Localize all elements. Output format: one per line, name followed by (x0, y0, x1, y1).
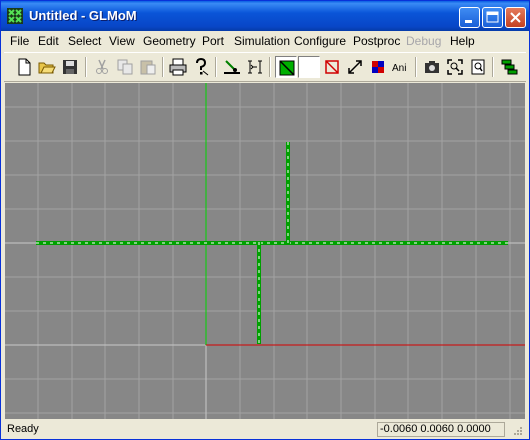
toolbar-separator (85, 57, 87, 77)
toolbar-separator (415, 57, 417, 77)
print-button[interactable] (167, 56, 189, 78)
cut-icon (96, 59, 108, 74)
menu-postproc[interactable]: Postproc (353, 34, 400, 48)
help-button[interactable] (190, 56, 212, 78)
snap-button[interactable] (221, 56, 243, 78)
blank-view-icon (301, 59, 319, 77)
menu-bar: File Edit Select View Geometry Port Simu… (4, 31, 526, 50)
window-title: Untitled - GLMoM (29, 8, 137, 23)
solid-view-button[interactable] (275, 56, 297, 78)
toolbar-separator (215, 57, 217, 77)
layers-button[interactable] (498, 56, 520, 78)
cut-button (91, 56, 113, 78)
solid-view-icon (279, 60, 295, 76)
menu-simulation[interactable]: Simulation (234, 34, 290, 48)
close-button[interactable] (505, 7, 526, 28)
save-button[interactable] (59, 56, 81, 78)
no-mesh-icon (325, 60, 339, 74)
copy-button (114, 56, 136, 78)
copy-icon (117, 59, 133, 75)
animate-button-label: Ani (392, 63, 406, 74)
viewport-graphics (5, 83, 525, 419)
port-button[interactable] (244, 56, 266, 78)
color-map-button[interactable] (367, 56, 389, 78)
paste-icon (140, 60, 156, 75)
paste-button (137, 56, 159, 78)
menu-port[interactable]: Port (202, 34, 224, 48)
menu-select[interactable]: Select (68, 34, 101, 48)
snap-icon (224, 60, 240, 74)
no-mesh-button[interactable] (321, 56, 343, 78)
menu-configure[interactable]: Configure (294, 34, 346, 48)
print-icon (169, 58, 187, 76)
zoom-page-icon (471, 59, 485, 75)
menu-file[interactable]: File (10, 34, 29, 48)
zoom-extents-icon (348, 60, 362, 74)
zoom-window-button[interactable] (444, 56, 466, 78)
open-button[interactable] (36, 56, 58, 78)
open-folder-icon (38, 62, 56, 74)
new-button[interactable] (13, 56, 35, 78)
status-text: Ready (7, 423, 39, 435)
glmom-app-icon (7, 8, 23, 24)
app-window: Untitled - GLMoM File Edit Select View G… (0, 0, 530, 440)
grid-lines (5, 83, 525, 419)
animate-button[interactable]: Ani (390, 56, 412, 78)
zoom-extents-button[interactable] (344, 56, 366, 78)
geometry-viewport[interactable] (5, 83, 525, 419)
minimize-icon (465, 20, 472, 23)
ani-text-icon: Ani (392, 63, 406, 74)
major-grid-lines (5, 242, 525, 419)
toolbar-separator (492, 57, 494, 77)
layers-icon (501, 59, 518, 75)
status-bar: Ready -0.0060 0.0060 0.0000 (4, 420, 526, 439)
menu-view[interactable]: View (109, 34, 135, 48)
maximize-icon (486, 11, 499, 23)
maximize-button[interactable] (482, 7, 503, 28)
wire-geometry (36, 142, 508, 344)
camera-icon (425, 61, 439, 73)
menu-debug: Debug (406, 34, 442, 48)
camera-button[interactable] (421, 56, 443, 78)
port-icon (248, 60, 262, 74)
menu-help[interactable]: Help (450, 34, 475, 48)
save-icon (63, 60, 77, 74)
menu-geometry[interactable]: Geometry (143, 34, 196, 48)
zoom-window-icon (447, 59, 463, 75)
resize-grip-icon[interactable] (512, 425, 524, 437)
zoom-page-button[interactable] (467, 56, 489, 78)
new-file-icon (18, 58, 31, 76)
cursor-coordinates: -0.0060 0.0060 0.0000 (377, 422, 505, 437)
title-bar[interactable]: Untitled - GLMoM (1, 1, 529, 31)
toolbar-separator (269, 57, 271, 77)
blank-view-button[interactable] (298, 56, 320, 78)
close-icon (510, 12, 521, 23)
main-toolbar: Ani (4, 52, 526, 82)
color-map-icon (372, 61, 384, 73)
help-icon (196, 58, 209, 76)
toolbar-separator (162, 57, 164, 77)
minimize-button[interactable] (459, 7, 480, 28)
menu-edit[interactable]: Edit (38, 34, 59, 48)
